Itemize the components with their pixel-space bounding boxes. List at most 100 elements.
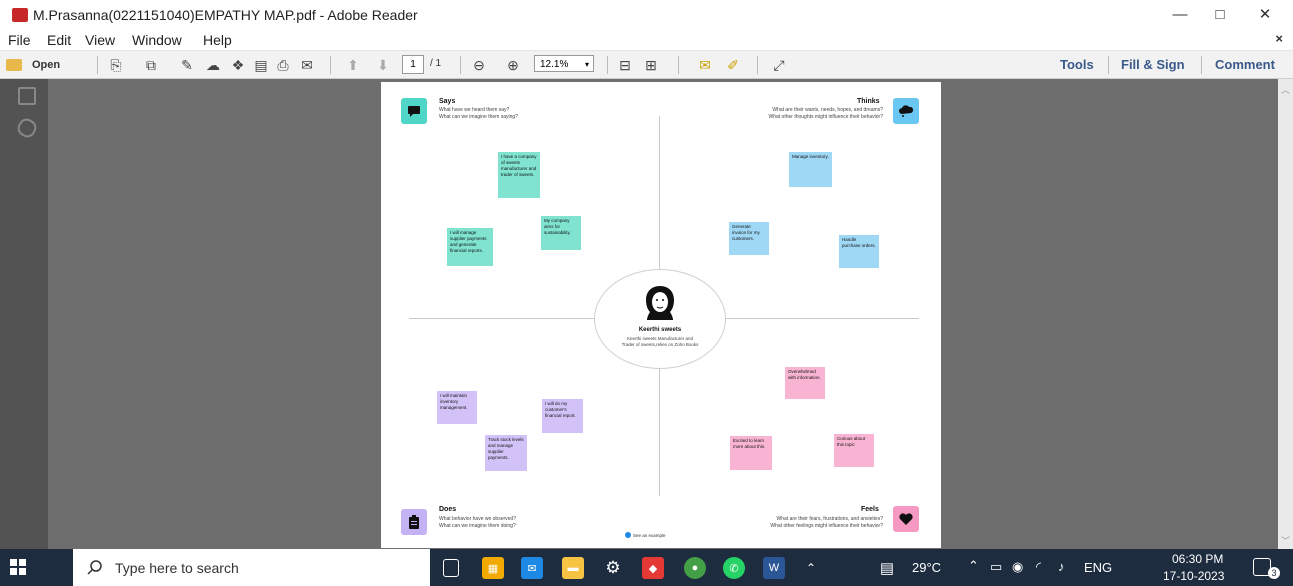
wifi-icon[interactable]: ◜ <box>1036 559 1041 575</box>
eye-icon <box>625 532 631 538</box>
see-example-button[interactable]: See an example <box>625 532 666 538</box>
widgets-icon[interactable]: ▦ <box>482 557 504 579</box>
comment-panel-link[interactable]: Comment <box>1215 57 1275 72</box>
sticky-note[interactable]: Generate invoice for my customers. <box>729 222 769 255</box>
taskbar-search-box[interactable]: Type here to search <box>73 549 430 586</box>
chrome-icon[interactable]: ● <box>684 557 706 579</box>
menu-view[interactable]: View <box>85 32 115 48</box>
menu-file[interactable]: File <box>8 32 31 48</box>
attachment-icon[interactable] <box>14 115 40 141</box>
prev-page-icon[interactable]: ⬆ <box>342 55 364 75</box>
thinks-desc-1: What are their wants, needs, hopes, and … <box>772 107 883 113</box>
close-button[interactable]: ✕ <box>1249 4 1281 26</box>
language-indicator[interactable]: ENG <box>1084 560 1112 575</box>
sticky-note[interactable]: I have a company of sweets manufacturer … <box>498 152 540 198</box>
sticky-note[interactable]: Handle purchase orders. <box>839 235 879 268</box>
sticky-note[interactable]: My company aims for sustainability. <box>541 216 581 250</box>
maximize-button[interactable]: □ <box>1204 4 1236 26</box>
minimize-button[interactable]: — <box>1164 4 1196 26</box>
fill-sign-panel-link[interactable]: Fill & Sign <box>1121 57 1185 72</box>
fit-page-icon[interactable]: ⊟ <box>614 55 636 75</box>
speech-bubble-icon <box>401 98 427 124</box>
thinks-title: Thinks <box>857 98 880 105</box>
does-desc-2: What can we imagine them doing? <box>439 523 516 529</box>
persona-circle: Keerthi sweets Keerthi sweets Manufactur… <box>594 269 726 369</box>
task-view-icon[interactable] <box>443 559 459 577</box>
menu-help[interactable]: Help <box>203 32 232 48</box>
save-icon[interactable]: ▤ <box>250 55 272 75</box>
page-number-input[interactable]: 1 <box>402 55 424 74</box>
sticky-note[interactable]: I will maintain inventory management. <box>437 391 477 424</box>
says-title: Says <box>439 98 456 105</box>
volume-icon[interactable]: ♪ <box>1058 559 1065 574</box>
search-placeholder: Type here to search <box>115 560 239 576</box>
news-icon[interactable]: ▤ <box>876 557 898 579</box>
folder-icon <box>6 59 22 71</box>
page-total: / 1 <box>430 58 442 69</box>
zoom-out-icon[interactable]: ⊖ <box>468 55 490 75</box>
window-title: M.Prasanna(0221151040)EMPATHY MAP.pdf - … <box>33 7 418 23</box>
clock-date[interactable]: 17-10-2023 <box>1163 569 1224 583</box>
sticky-note[interactable]: Track stock levels and manage supplier p… <box>485 435 527 471</box>
menu-window[interactable]: Window <box>132 32 182 48</box>
search-icon <box>87 560 102 575</box>
taskbar: Type here to search ▦ ✉ ▬ ⚙ ◆ ● ✆ W ⌃ ▤ … <box>0 549 1293 586</box>
sticky-note[interactable]: Excited to learn more about this. <box>730 436 772 470</box>
clipboard-icon <box>401 509 427 535</box>
tray-overflow-chevron-icon[interactable]: ⌃ <box>968 558 979 574</box>
combine-icon[interactable]: ⧉ <box>140 55 162 75</box>
mail-icon[interactable]: ✉ <box>521 557 543 579</box>
create-pdf-icon[interactable]: ⎘ <box>105 55 127 75</box>
file-explorer-icon[interactable]: ▬ <box>562 557 584 579</box>
print-icon[interactable]: ⎙ <box>272 55 294 75</box>
settings-gear-icon[interactable]: ⚙ <box>602 557 624 579</box>
sticky-note[interactable]: Manage inventory. <box>789 152 832 187</box>
feels-desc-2: What other feelings might influence thei… <box>770 523 883 529</box>
zoom-in-icon[interactable]: ⊕ <box>502 55 524 75</box>
menu-edit[interactable]: Edit <box>47 32 71 48</box>
network-status-icon[interactable]: ◉ <box>1012 559 1023 575</box>
navigation-panel <box>0 79 48 549</box>
sticky-note[interactable]: I will manage supplier payments and gene… <box>447 228 493 266</box>
pages-icon[interactable] <box>18 87 36 105</box>
persona-name: Keerthi sweets <box>638 327 682 333</box>
show-hidden-icons-chevron[interactable]: ⌃ <box>800 557 822 579</box>
does-desc-1: What behavior have we observed? <box>439 516 516 522</box>
app-icon[interactable]: ◆ <box>642 557 664 579</box>
weather-temp[interactable]: 29°C <box>912 560 941 575</box>
scroll-down-icon[interactable]: ﹀ <box>1281 534 1290 547</box>
persona-description: Keerthi sweets Manufacturer and Trader o… <box>621 336 699 347</box>
battery-icon[interactable]: ▭ <box>990 559 1002 575</box>
tools-panel-link[interactable]: Tools <box>1060 57 1094 72</box>
notification-count-badge: 3 <box>1268 567 1280 579</box>
email-icon[interactable]: ✉ <box>296 55 318 75</box>
zoom-select[interactable]: 12.1% ▾ <box>534 55 594 72</box>
windows-start-icon[interactable] <box>10 559 26 575</box>
close-document-icon[interactable]: × <box>1275 31 1283 46</box>
sticky-note[interactable]: Curious about this topic <box>834 434 874 467</box>
clock-time[interactable]: 06:30 PM <box>1172 552 1223 566</box>
sticky-note[interactable]: Overwhelmed with information. <box>785 367 825 399</box>
cloud-upload-icon[interactable]: ☁ <box>202 55 224 75</box>
thought-cloud-icon <box>893 98 919 124</box>
whatsapp-icon[interactable]: ✆ <box>723 557 745 579</box>
fit-width-icon[interactable]: ⊞ <box>640 55 662 75</box>
feels-title: Feels <box>861 506 879 513</box>
does-title: Does <box>439 506 457 513</box>
scroll-up-icon[interactable]: ︿ <box>1281 83 1290 96</box>
fullscreen-icon[interactable]: ⤢ <box>768 55 790 75</box>
says-desc-2: What can we imagine them saying? <box>439 114 518 120</box>
toolbar: Open ⎘ ⧉ ✎ ☁ ❖ ▤ ⎙ ✉ ⬆ ⬇ 1 / 1 ⊖ ⊕ 12.1%… <box>0 51 1293 79</box>
sticky-note[interactable]: I will do my customer's financial report… <box>542 399 583 433</box>
feels-desc-1: What are their fears, frustrations, and … <box>776 516 883 522</box>
highlight-icon[interactable]: ✐ <box>722 55 744 75</box>
next-page-icon[interactable]: ⬇ <box>372 55 394 75</box>
word-icon[interactable]: W <box>763 557 785 579</box>
share-icon[interactable]: ❖ <box>227 55 249 75</box>
sticky-note-icon[interactable]: ✉ <box>694 55 716 75</box>
edit-icon[interactable]: ✎ <box>176 55 198 75</box>
menu-bar: File Edit View Window Help × <box>0 30 1293 51</box>
vertical-scrollbar[interactable]: ︿ ﹀ <box>1278 79 1293 549</box>
open-button[interactable]: Open <box>6 55 76 75</box>
heart-icon <box>893 506 919 532</box>
